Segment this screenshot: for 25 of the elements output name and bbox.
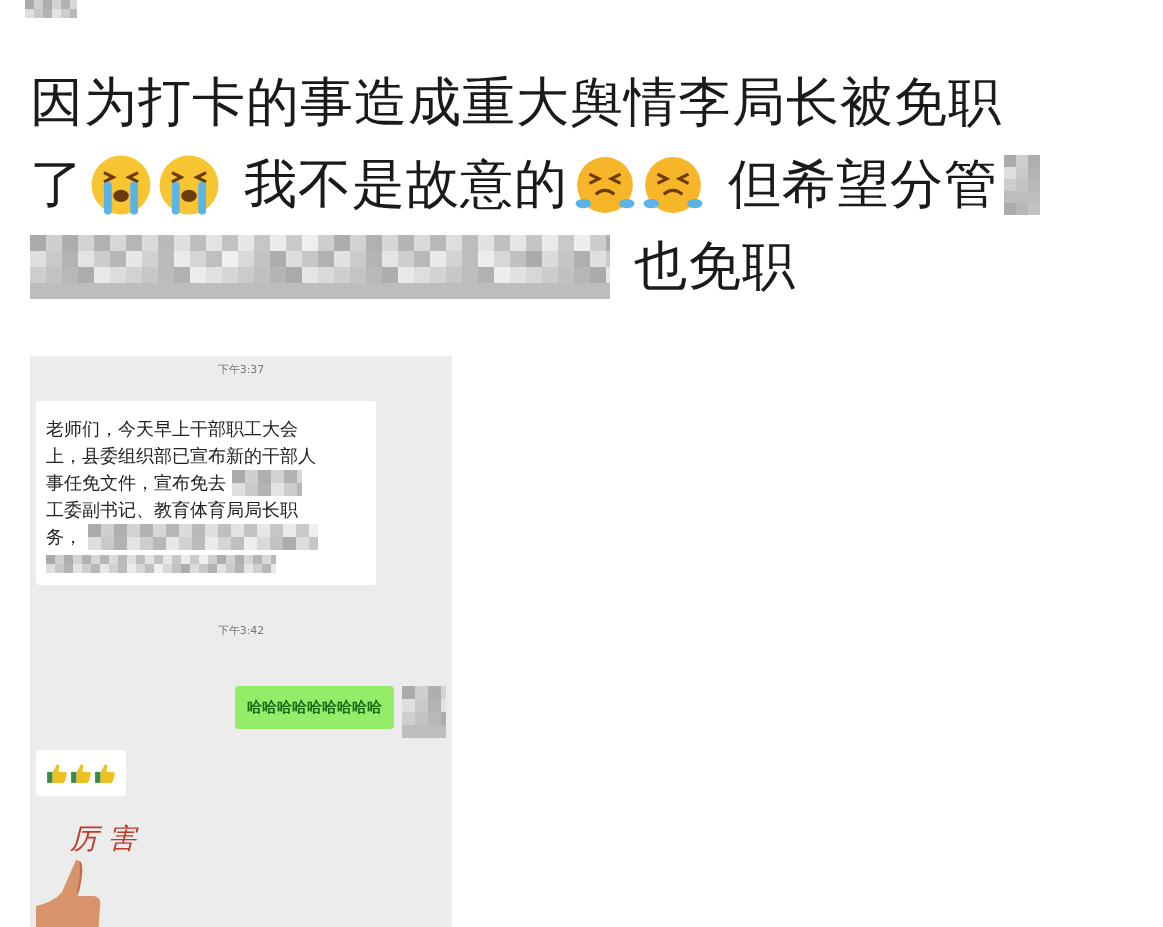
message-bubble: 哈哈哈哈哈哈哈哈哈 bbox=[235, 686, 394, 729]
thumbs-up-icon bbox=[94, 762, 116, 784]
post-text: 但希望分管 bbox=[728, 152, 998, 216]
message-text: 务， bbox=[46, 524, 82, 549]
message-text: 老师们，今天早上干部职工大会 bbox=[46, 416, 298, 441]
pixelated-blur bbox=[232, 469, 302, 496]
message-text: 上，县委组织部已宣布新的干部人 bbox=[46, 443, 316, 468]
post-text: 了 bbox=[30, 152, 84, 216]
post-text: 也免职 bbox=[634, 234, 796, 298]
laughing-face-icon bbox=[642, 154, 704, 216]
sticker-text: 厉害 bbox=[70, 821, 146, 857]
crying-face-icon bbox=[90, 154, 152, 216]
timestamp: 下午3:42 bbox=[217, 623, 265, 638]
timestamp: 下午3:37 bbox=[217, 362, 265, 377]
pixelated-blur bbox=[1004, 155, 1040, 215]
post-text: 因为打卡的事造成重大舆情李局长被免职 bbox=[30, 70, 1002, 134]
post-text: 我不是故意的 bbox=[244, 152, 568, 216]
laughing-face-icon bbox=[574, 154, 636, 216]
message-text: 事任免文件，宣布免去 bbox=[46, 470, 226, 495]
crying-face-icon bbox=[158, 154, 220, 216]
thumbs-up-icon bbox=[46, 762, 68, 784]
thumbs-up-icon bbox=[70, 762, 92, 784]
message-text: 工委副书记、教育体育局局长职 bbox=[46, 497, 298, 522]
avatar bbox=[402, 686, 446, 738]
pixelated-blur bbox=[25, 0, 77, 18]
